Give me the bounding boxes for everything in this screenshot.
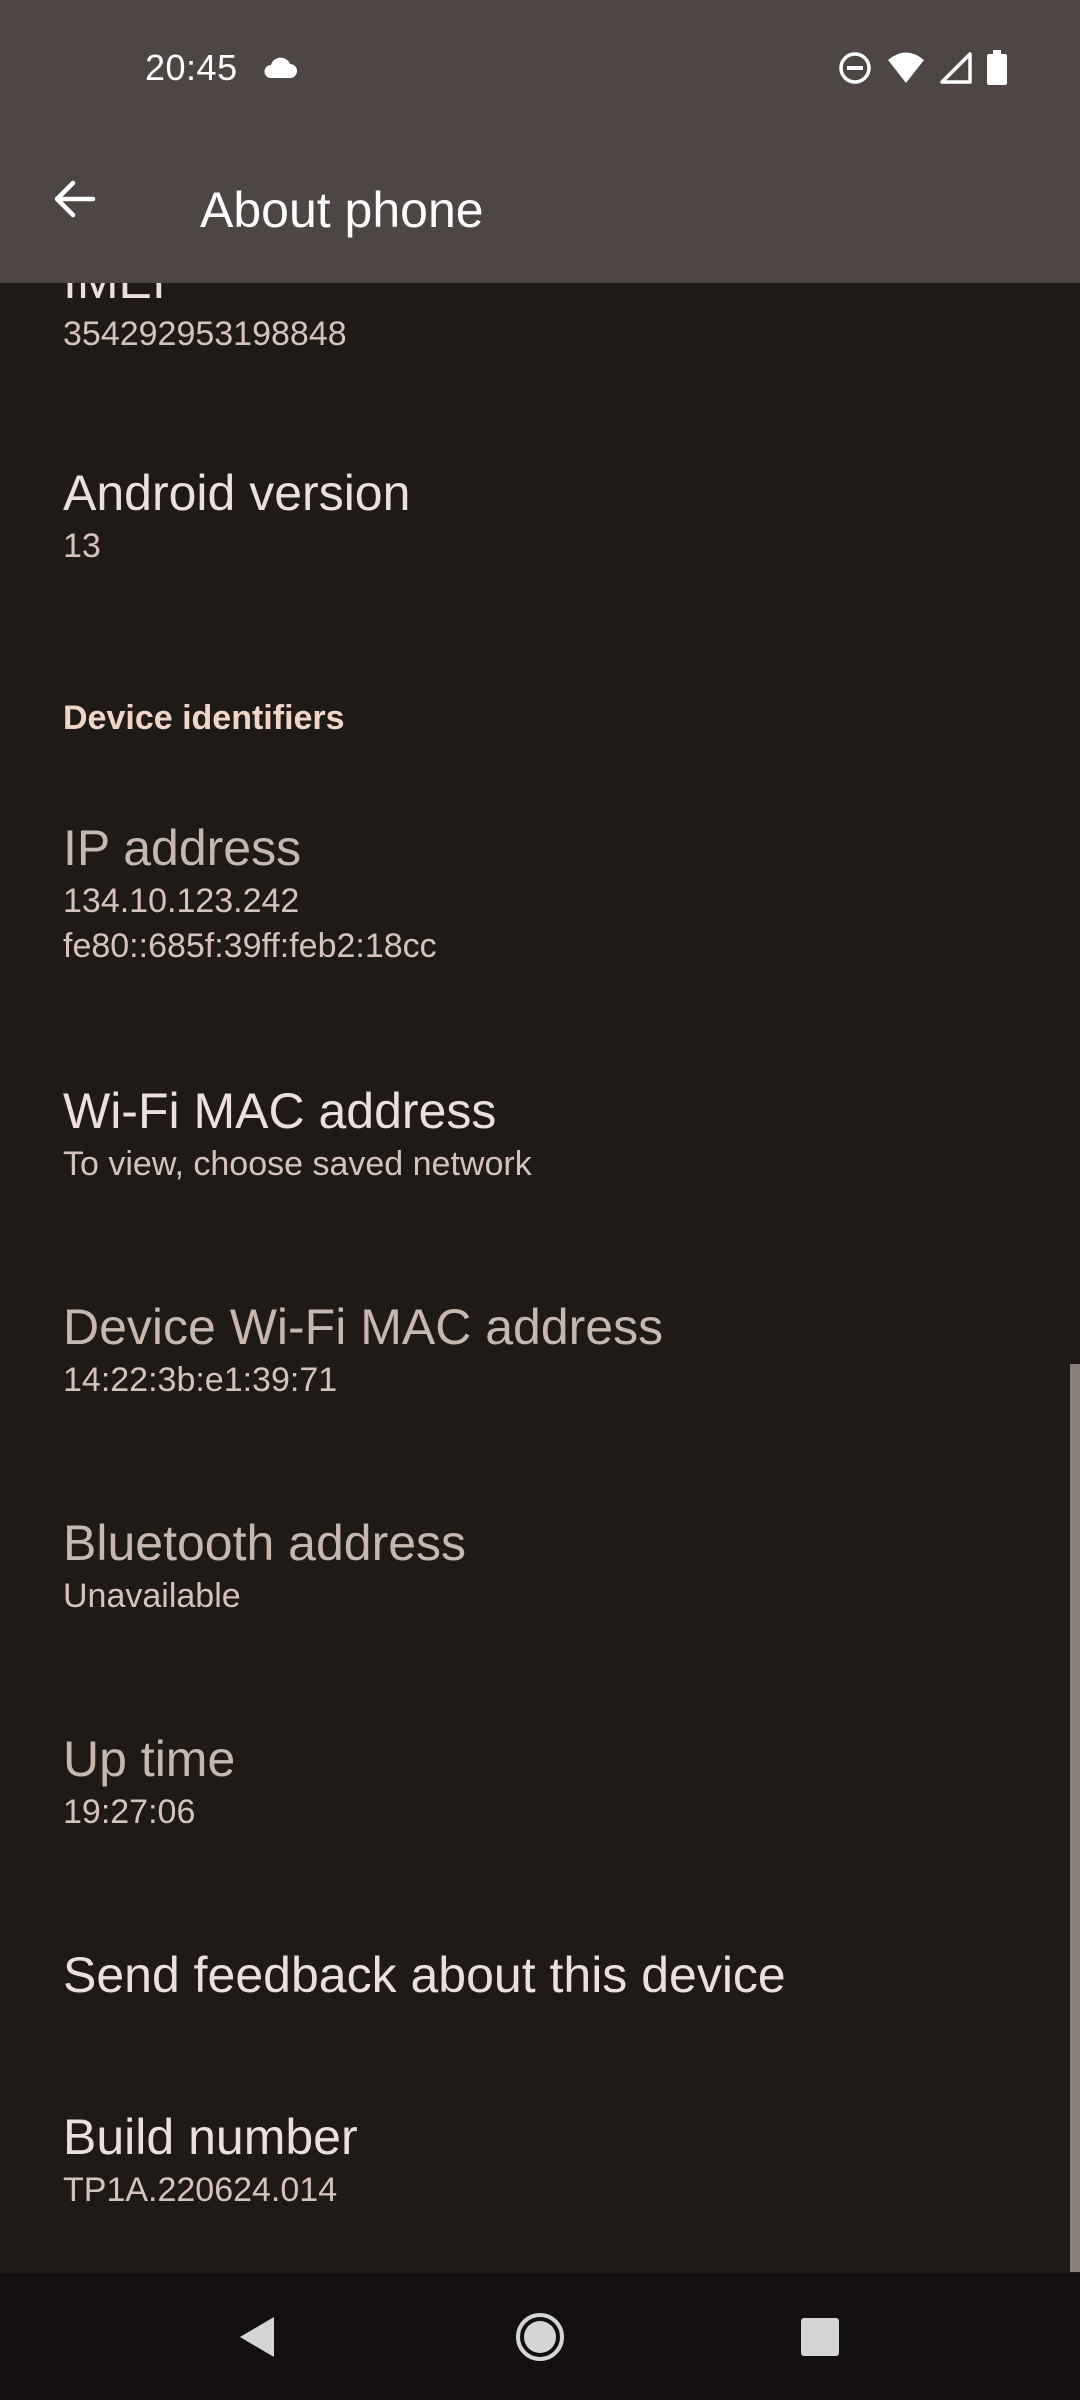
back-button[interactable] xyxy=(38,163,110,235)
app-bar: About phone xyxy=(0,135,1080,283)
status-time: 20:45 xyxy=(145,47,238,88)
nav-home-button[interactable] xyxy=(506,2303,574,2371)
ip-address-item[interactable]: IP address 134.10.123.242 fe80::685f:39f… xyxy=(63,818,1040,970)
nav-recents-icon xyxy=(801,2318,839,2356)
signal-icon xyxy=(940,52,972,89)
uptime-item[interactable]: Up time 19:27:06 xyxy=(63,1729,1040,1836)
wifi-icon xyxy=(886,51,926,90)
imei-title: IMEI xyxy=(63,283,1040,311)
bluetooth-address-value: Unavailable xyxy=(63,1577,241,1615)
android-version-value: 13 xyxy=(63,527,101,565)
bluetooth-address-item[interactable]: Bluetooth address Unavailable xyxy=(63,1513,1040,1620)
page-title: About phone xyxy=(200,182,484,238)
wifi-mac-item[interactable]: Wi-Fi MAC address To view, choose saved … xyxy=(63,1081,1040,1188)
ip-address-ipv6: fe80::685f:39ff:feb2:18cc xyxy=(63,927,437,965)
android-version-title: Android version xyxy=(63,465,411,521)
wifi-mac-title: Wi-Fi MAC address xyxy=(63,1083,497,1139)
uptime-value: 19:27:06 xyxy=(63,1793,196,1831)
nav-back-icon xyxy=(240,2317,274,2357)
android-version-item[interactable]: Android version 13 xyxy=(63,463,1040,570)
ip-address-ipv4: 134.10.123.242 xyxy=(63,882,300,920)
device-wifi-mac-value: 14:22:3b:e1:39:71 xyxy=(63,1361,338,1399)
nav-recents-button[interactable] xyxy=(786,2303,854,2371)
scrollbar[interactable] xyxy=(1070,1364,1080,2272)
wifi-mac-value: To view, choose saved network xyxy=(63,1145,532,1183)
arrow-back-icon xyxy=(54,180,96,218)
device-wifi-mac-title: Device Wi-Fi MAC address xyxy=(63,1299,664,1355)
build-number-value: TP1A.220624.014 xyxy=(63,2171,338,2209)
device-wifi-mac-item[interactable]: Device Wi-Fi MAC address 14:22:3b:e1:39:… xyxy=(63,1297,1040,1404)
section-header-device-identifiers: Device identifiers xyxy=(63,699,345,737)
ip-address-title: IP address xyxy=(63,820,302,876)
nav-home-icon xyxy=(516,2313,564,2361)
build-number-title: Build number xyxy=(63,2109,358,2165)
settings-list[interactable]: IMEI 354292953198848 Android version 13 … xyxy=(0,283,1080,2273)
build-number-item[interactable]: Build number TP1A.220624.014 xyxy=(63,2107,1040,2214)
imei-value: 354292953198848 xyxy=(63,315,347,353)
uptime-title: Up time xyxy=(63,1731,236,1787)
status-bar: 20:45 xyxy=(0,0,1080,135)
nav-back-button[interactable] xyxy=(222,2303,290,2371)
battery-icon xyxy=(986,50,1008,91)
do-not-disturb-icon xyxy=(838,51,872,90)
imei-item[interactable]: IMEI 354292953198848 xyxy=(63,283,1040,358)
navigation-bar xyxy=(0,2273,1080,2400)
send-feedback-title: Send feedback about this device xyxy=(63,1947,786,2003)
cloud-icon xyxy=(262,54,298,85)
status-icons xyxy=(838,50,1008,91)
send-feedback-item[interactable]: Send feedback about this device xyxy=(63,1945,1040,2005)
bluetooth-address-title: Bluetooth address xyxy=(63,1515,467,1571)
